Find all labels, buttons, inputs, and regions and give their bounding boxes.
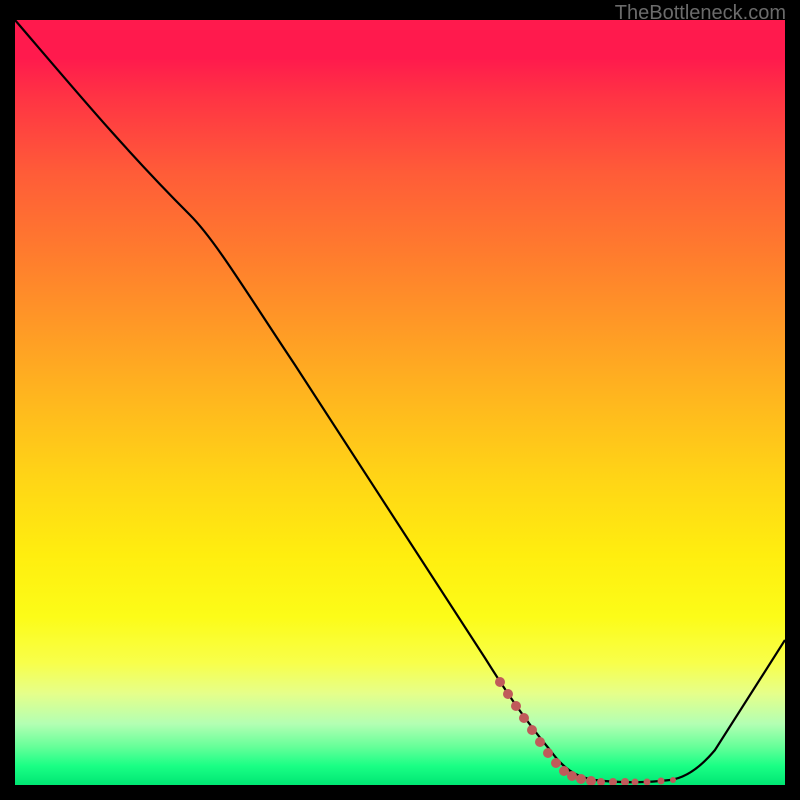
bottleneck-curve bbox=[15, 20, 785, 782]
curve-svg bbox=[15, 20, 785, 785]
highlight-dots bbox=[495, 677, 676, 785]
watermark-text: TheBottleneck.com bbox=[615, 2, 786, 25]
chart-plot-area bbox=[15, 20, 785, 785]
